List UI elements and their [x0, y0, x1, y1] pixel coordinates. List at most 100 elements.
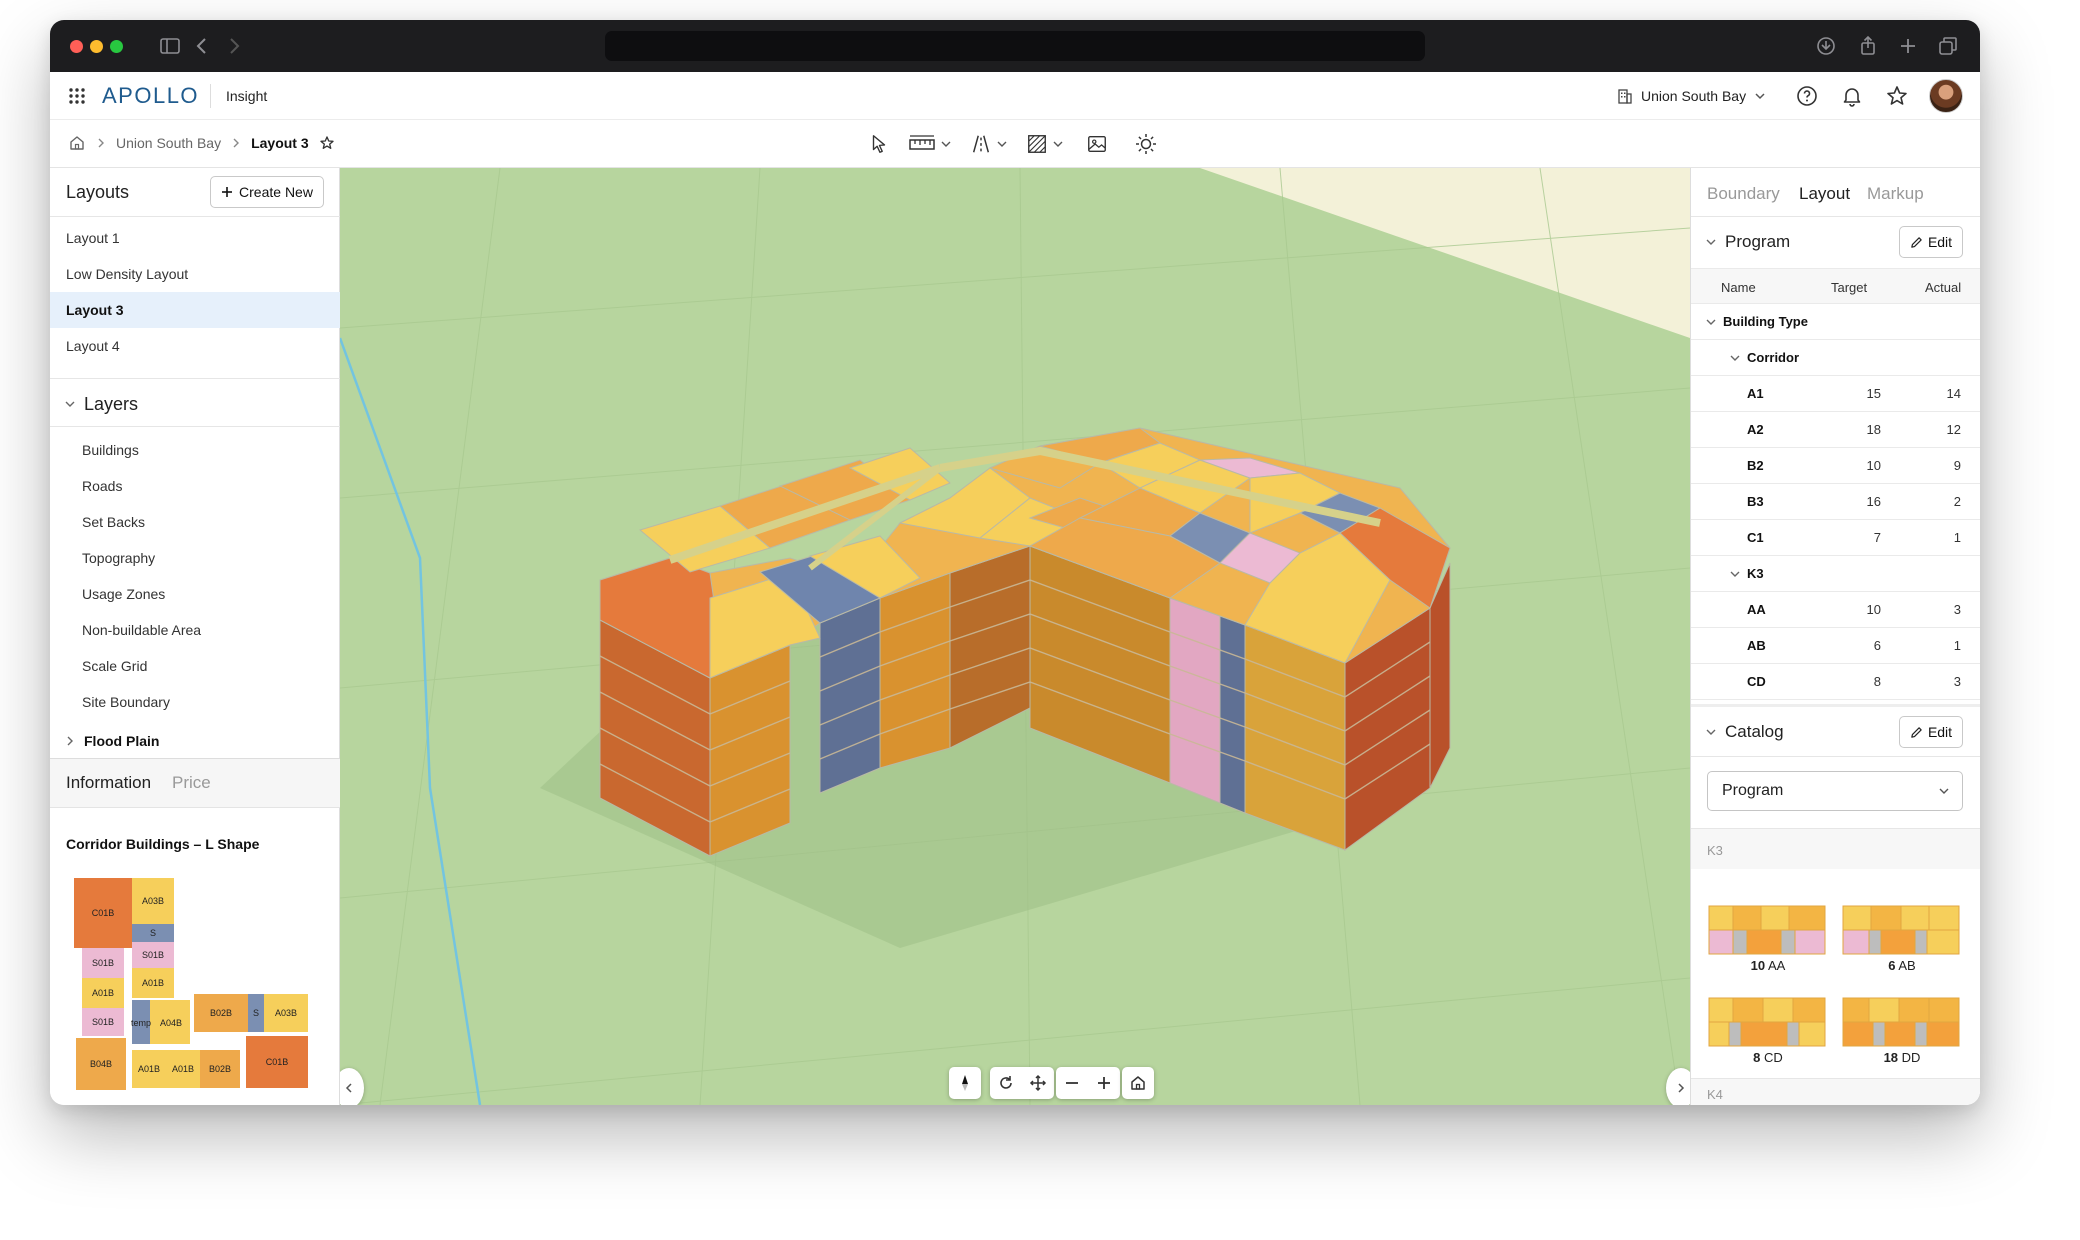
rotate-button[interactable]	[990, 1067, 1022, 1099]
user-avatar[interactable]	[1929, 79, 1963, 113]
k3-group-row[interactable]: K3	[1691, 556, 1980, 592]
compass-button[interactable]	[949, 1067, 981, 1099]
compass-icon	[962, 1075, 968, 1091]
catalog-filter-select[interactable]: Program	[1707, 771, 1963, 811]
3d-viewport[interactable]	[340, 168, 1690, 1105]
tab-information[interactable]: Information	[66, 773, 151, 793]
program-row[interactable]: AB 6 1	[1691, 628, 1980, 664]
program-title: Program	[1725, 232, 1791, 251]
chevron-down-icon	[1730, 355, 1740, 361]
program-table-header: Name Target Actual	[1691, 268, 1980, 304]
tab-price[interactable]: Price	[172, 773, 211, 793]
zoom-in-button[interactable]	[1088, 1067, 1120, 1099]
card-count: 6	[1888, 958, 1896, 973]
building-type-label: Building Type	[1723, 314, 1808, 329]
home-icon[interactable]	[68, 134, 86, 152]
download-icon[interactable]	[1814, 34, 1838, 58]
row-name: CD	[1747, 674, 1766, 689]
help-icon[interactable]	[1795, 84, 1819, 108]
program-row[interactable]: A1 15 14	[1691, 376, 1980, 412]
tab-overview-icon[interactable]	[1936, 34, 1960, 58]
layer-item-usage-zones[interactable]: Usage Zones	[50, 576, 340, 612]
layouts-title: Layouts	[66, 181, 130, 202]
close-window-button[interactable]	[70, 40, 83, 53]
sidebar-toggle-icon[interactable]	[158, 34, 182, 58]
create-new-label: Create New	[239, 184, 313, 200]
image-tool[interactable]	[1086, 132, 1108, 156]
address-bar[interactable]	[605, 31, 1425, 61]
card-code: AA	[1768, 958, 1786, 973]
layout-item[interactable]: Layout 4	[50, 328, 340, 364]
forward-arrow-icon[interactable]	[222, 34, 246, 58]
bell-icon[interactable]	[1840, 84, 1864, 108]
building-type-group-row[interactable]: Building Type	[1691, 304, 1980, 340]
edit-catalog-button[interactable]: Edit	[1899, 716, 1963, 748]
sun-tool[interactable]	[1134, 132, 1158, 156]
catalog-group-k4: K4	[1707, 1087, 1723, 1102]
row-actual: 3	[1953, 674, 1961, 689]
layer-item-site-boundary[interactable]: Site Boundary	[50, 684, 340, 720]
breadcrumb-project-link[interactable]: Union South Bay	[116, 135, 221, 151]
plan-label: A01B	[92, 988, 114, 998]
create-new-button[interactable]: Create New	[210, 176, 324, 208]
layer-item-buildings[interactable]: Buildings	[50, 432, 340, 468]
plan-label: S	[150, 928, 156, 938]
column-actual: Actual	[1925, 280, 1962, 295]
divider	[50, 216, 340, 217]
program-row[interactable]: C1 7 1	[1691, 520, 1980, 556]
project-name: Union South Bay	[1641, 88, 1747, 104]
layer-item-set-backs[interactable]: Set Backs	[50, 504, 340, 540]
edit-label: Edit	[1927, 724, 1953, 740]
star-icon[interactable]	[1885, 84, 1909, 108]
new-tab-icon[interactable]	[1896, 34, 1920, 58]
pan-button[interactable]	[1022, 1067, 1054, 1099]
program-row[interactable]: B3 16 2	[1691, 484, 1980, 520]
row-name: A1	[1747, 386, 1764, 401]
rotate-icon	[1000, 1076, 1012, 1089]
card-code: CD	[1764, 1050, 1783, 1065]
row-name: B2	[1747, 458, 1764, 473]
minimize-window-button[interactable]	[90, 40, 103, 53]
layer-item-non-buildable[interactable]: Non-buildable Area	[50, 612, 340, 648]
share-icon[interactable]	[1856, 34, 1880, 58]
edit-program-button[interactable]: Edit	[1899, 226, 1963, 258]
tab-boundary[interactable]: Boundary	[1707, 184, 1780, 204]
move-icon	[1029, 1074, 1047, 1092]
layer-item-roads[interactable]: Roads	[50, 468, 340, 504]
select-tool[interactable]	[868, 132, 890, 156]
measure-tool[interactable]	[908, 132, 952, 156]
project-selector[interactable]: Union South Bay	[1616, 84, 1767, 108]
program-row[interactable]: A2 18 12	[1691, 412, 1980, 448]
collapse-right-panel-button[interactable]	[1666, 1068, 1690, 1105]
zoom-out-button[interactable]	[1056, 1067, 1088, 1099]
hatch-tool[interactable]	[1026, 132, 1064, 156]
building-type-title: Corridor Buildings – L Shape	[66, 836, 260, 852]
layout-item[interactable]: Low Density Layout	[50, 256, 340, 292]
pointer-icon	[872, 135, 886, 153]
tab-markup[interactable]: Markup	[1867, 184, 1924, 204]
layout-item-active[interactable]: Layout 3	[50, 292, 340, 328]
corridor-group-row[interactable]: Corridor	[1691, 340, 1980, 376]
chevron-down-icon	[1706, 729, 1716, 735]
row-name: AA	[1747, 602, 1766, 617]
program-row[interactable]: CD 8 3	[1691, 664, 1980, 700]
app-grid-icon[interactable]	[68, 87, 86, 105]
layer-item-topography[interactable]: Topography	[50, 540, 340, 576]
road-tool[interactable]	[970, 132, 1008, 156]
breadcrumb-current: Layout 3	[251, 135, 309, 151]
edit-label: Edit	[1927, 234, 1953, 250]
maximize-window-button[interactable]	[110, 40, 123, 53]
tab-layout[interactable]: Layout	[1799, 184, 1850, 204]
program-row[interactable]: B2 10 9	[1691, 448, 1980, 484]
program-row[interactable]: AA 10 3	[1691, 592, 1980, 628]
layer-item-flood-plain[interactable]: Flood Plain	[50, 726, 340, 756]
plan-label: B02B	[209, 1064, 231, 1074]
brand-logo[interactable]: APOLLO	[102, 83, 199, 109]
home-view-button[interactable]	[1122, 1067, 1154, 1099]
back-arrow-icon[interactable]	[190, 34, 214, 58]
layout-item[interactable]: Layout 1	[50, 220, 340, 256]
layer-item-scale-grid[interactable]: Scale Grid	[50, 648, 340, 684]
layers-header[interactable]: Layers	[50, 380, 340, 428]
favorite-star-icon[interactable]	[319, 135, 335, 151]
plus-icon	[1098, 1077, 1110, 1089]
